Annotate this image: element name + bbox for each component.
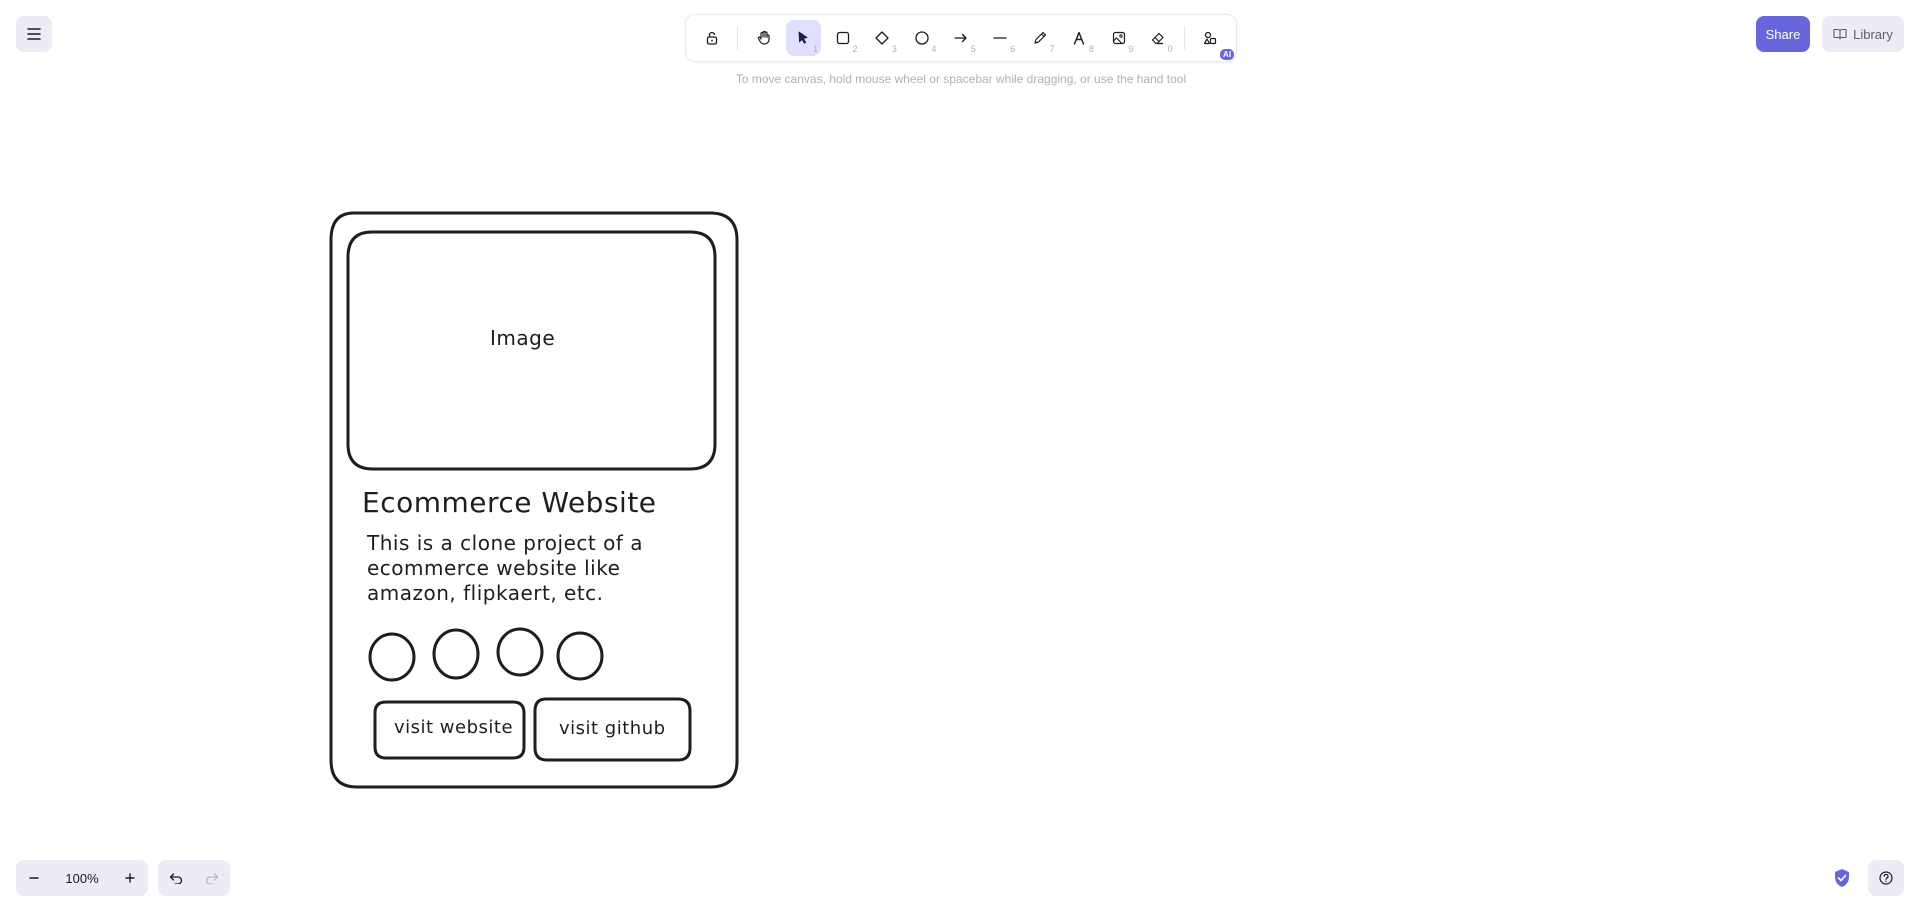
tool-extra-ai[interactable]: AI xyxy=(1193,20,1235,60)
tool-key: 7 xyxy=(1049,44,1055,54)
lock-icon xyxy=(706,31,717,45)
toolbar-separator xyxy=(737,26,739,50)
tool-selection[interactable]: 1 xyxy=(785,20,822,56)
tool-key: 9 xyxy=(1128,44,1134,54)
encryption-indicator[interactable] xyxy=(1830,866,1854,890)
tool-key: 4 xyxy=(931,44,937,54)
visit-website-label: visit website xyxy=(394,717,514,738)
redo-icon xyxy=(205,873,219,884)
description-line: This is a clone project of a xyxy=(367,531,643,555)
tool-lock[interactable] xyxy=(694,20,729,56)
tool-key: 3 xyxy=(891,44,897,54)
description-line: ecommerce website like xyxy=(367,556,621,580)
ai-badge: AI xyxy=(1220,49,1235,60)
tool-key: 2 xyxy=(852,44,858,54)
shapes-icon xyxy=(1204,31,1217,45)
rectangle-icon xyxy=(836,31,849,45)
main-menu-button[interactable] xyxy=(16,16,52,52)
tool-rectangle[interactable]: 2 xyxy=(825,20,860,56)
hand-icon xyxy=(757,30,770,45)
tool-diamond[interactable]: 3 xyxy=(865,20,900,56)
toolbar-separator xyxy=(1183,26,1185,50)
ellipse-icon xyxy=(914,31,929,45)
canvas-hint: To move canvas, hold mouse wheel or spac… xyxy=(735,72,1187,86)
library-button[interactable]: Library xyxy=(1822,16,1904,52)
zoom-out-button[interactable] xyxy=(16,860,52,896)
undo-icon xyxy=(169,873,183,884)
card-description: This is a clone project of a ecommerce w… xyxy=(367,531,643,606)
line-icon xyxy=(993,37,1008,39)
zoom-level[interactable]: 100% xyxy=(52,871,112,886)
help-icon xyxy=(1879,871,1893,885)
image-placeholder-box xyxy=(346,230,717,471)
history-controls xyxy=(158,860,230,896)
library-label: Library xyxy=(1853,26,1893,42)
undo-button[interactable] xyxy=(158,860,194,896)
toolbar: 1 2 3 4 5 6 7 8 9 0 AI xyxy=(686,15,1236,61)
redo-button[interactable] xyxy=(194,860,230,896)
social-circle-1 xyxy=(368,632,416,682)
image-placeholder-label: Image xyxy=(490,326,556,350)
social-circle-2 xyxy=(432,628,480,680)
pencil-icon xyxy=(1034,31,1046,44)
tool-key: 0 xyxy=(1167,44,1173,54)
minus-icon xyxy=(29,877,39,879)
share-button[interactable]: Share xyxy=(1756,16,1810,52)
tool-text[interactable]: 8 xyxy=(1062,20,1097,56)
book-icon xyxy=(1833,28,1847,40)
shield-check-icon xyxy=(1835,869,1849,887)
eraser-icon xyxy=(1151,32,1164,45)
drawing-canvas xyxy=(329,211,739,789)
plus-icon xyxy=(125,873,135,883)
tool-key: 8 xyxy=(1088,44,1094,54)
pointer-icon xyxy=(799,31,808,44)
help-button[interactable] xyxy=(1868,860,1904,896)
tool-image[interactable]: 9 xyxy=(1101,20,1136,56)
social-circle-3 xyxy=(496,627,544,677)
zoom-in-button[interactable] xyxy=(112,860,148,896)
description-line: amazon, flipkaert, etc. xyxy=(367,581,604,605)
text-icon xyxy=(1073,31,1085,45)
diamond-icon xyxy=(875,31,889,45)
arrow-icon xyxy=(954,33,967,43)
zoom-controls: 100% xyxy=(16,860,148,896)
tool-line[interactable]: 6 xyxy=(983,20,1018,56)
tool-ellipse[interactable]: 4 xyxy=(904,20,939,56)
tool-arrow[interactable]: 5 xyxy=(943,20,978,56)
visit-github-label: visit github xyxy=(559,718,666,739)
tool-key: 1 xyxy=(813,44,819,54)
tool-eraser[interactable]: 0 xyxy=(1140,20,1175,56)
social-circle-4 xyxy=(556,631,604,681)
tool-key: 5 xyxy=(970,44,976,54)
tool-hand[interactable] xyxy=(746,20,781,56)
card-title: Ecommerce Website xyxy=(362,486,657,519)
tool-key: 6 xyxy=(1010,44,1016,54)
hamburger-icon xyxy=(27,28,41,40)
image-icon xyxy=(1112,31,1125,45)
tool-draw[interactable]: 7 xyxy=(1022,20,1057,56)
